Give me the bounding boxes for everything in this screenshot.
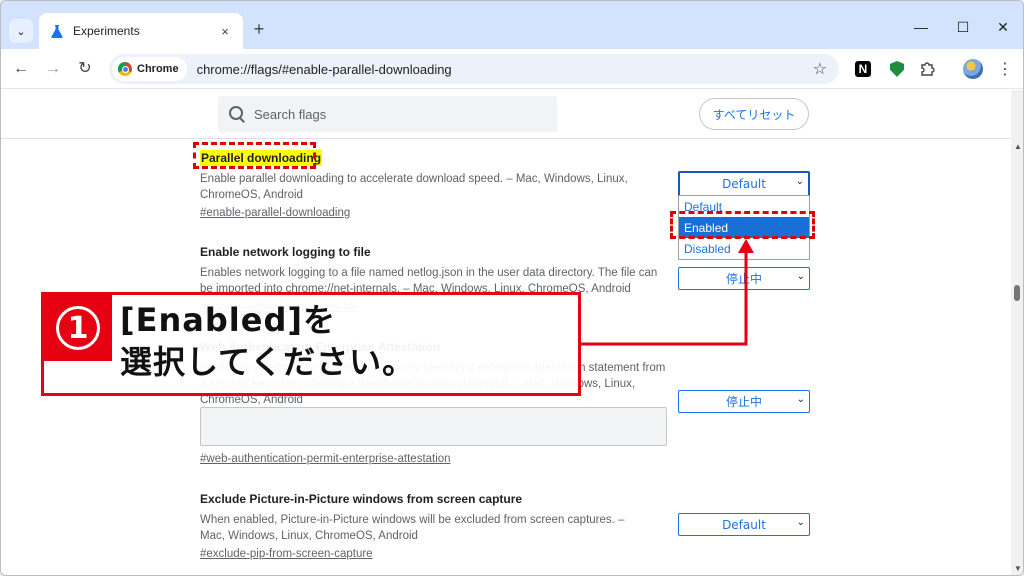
flag-select-network-logging[interactable]: 停止中 ⌄: [678, 267, 810, 290]
menu-button[interactable]: ⋮: [995, 59, 1015, 79]
scroll-thumb[interactable]: [1014, 285, 1020, 301]
reset-all-button[interactable]: すべてリセット: [699, 98, 809, 130]
page-scrollbar[interactable]: ▲ ▼: [1011, 90, 1023, 575]
flag-title: Enable network logging to file: [200, 245, 371, 259]
flag-link[interactable]: #exclude-pip-from-screen-capture: [200, 548, 660, 560]
chip-label: Chrome: [137, 63, 179, 75]
step-number-badge: 1: [44, 295, 112, 361]
site-info-chip[interactable]: Chrome: [112, 57, 187, 81]
back-button[interactable]: ←: [9, 57, 33, 81]
instruction-callout: 1 [Enabled]を 選択してください。: [41, 292, 581, 396]
puzzle-icon: [921, 62, 935, 76]
avatar: [963, 59, 983, 79]
scroll-up-icon[interactable]: ▲: [1014, 142, 1022, 151]
flag-link[interactable]: #web-authentication-permit-enterprise-at…: [200, 453, 451, 465]
highlight-box-enabled: [670, 211, 815, 239]
flag-exclude-pip: Exclude Picture-in-Picture windows from …: [200, 492, 660, 560]
origin-list-textarea[interactable]: [200, 407, 667, 446]
search-placeholder: Search flags: [254, 106, 327, 122]
extensions-button[interactable]: [917, 59, 937, 79]
flag-description: When enabled, Picture-in-Picture windows…: [200, 514, 625, 542]
select-value: 停止中: [725, 395, 762, 409]
flask-icon: [49, 23, 65, 39]
instruction-line-1: [Enabled]を: [120, 301, 336, 339]
new-tab-button[interactable]: +: [249, 19, 269, 39]
chevron-down-icon: ⌄: [796, 517, 805, 528]
chevron-down-icon: ⌄: [16, 25, 26, 38]
select-value: 停止中: [725, 272, 762, 286]
tab-title: Experiments: [73, 24, 140, 38]
url-text[interactable]: chrome://flags/#enable-parallel-download…: [197, 62, 813, 77]
profile-button[interactable]: [963, 59, 983, 79]
instruction-text: [Enabled]を 選択してください。: [120, 299, 415, 383]
chevron-down-icon: ⌄: [795, 176, 804, 187]
instruction-line-2: 選択してください。: [120, 343, 416, 381]
chevron-down-icon: ⌄: [796, 271, 805, 282]
select-value: Default: [722, 517, 766, 532]
search-flags-input[interactable]: Search flags: [218, 96, 557, 132]
select-value: Default: [722, 177, 766, 191]
shield-icon: [890, 61, 904, 77]
notion-extension-button[interactable]: N: [853, 59, 873, 79]
search-icon: [228, 105, 246, 123]
minimize-button[interactable]: —: [909, 15, 933, 39]
toolbar: ← → ↻ Chrome chrome://flags/#enable-para…: [1, 49, 1023, 89]
step-number: 1: [56, 306, 100, 350]
more-vert-icon: ⋮: [997, 61, 1013, 78]
flag-description: Enable parallel downloading to accelerat…: [200, 173, 628, 201]
chevron-down-icon: ⌄: [796, 394, 805, 405]
close-tab-icon[interactable]: ×: [217, 24, 233, 39]
tab-strip: ⌄ Experiments × + — ☐ ✕: [1, 1, 1023, 49]
tab-search-button[interactable]: ⌄: [9, 19, 33, 43]
highlight-box-title: [193, 142, 316, 169]
chrome-logo-icon: [118, 62, 132, 76]
maximize-button[interactable]: ☐: [951, 15, 975, 39]
notion-icon: N: [855, 61, 871, 77]
browser-window: ⌄ Experiments × + — ☐ ✕ ← → ↻ Chrome chr…: [0, 0, 1024, 576]
forward-button[interactable]: →: [41, 57, 65, 81]
flag-select-parallel-downloading[interactable]: Default ⌄: [678, 171, 810, 197]
bookmark-star-icon[interactable]: ☆: [813, 59, 827, 79]
reload-button[interactable]: ↻: [73, 57, 97, 81]
address-bar[interactable]: Chrome chrome://flags/#enable-parallel-d…: [109, 54, 839, 84]
close-window-button[interactable]: ✕: [991, 15, 1015, 39]
flag-link[interactable]: #enable-parallel-downloading: [200, 207, 660, 219]
flag-select-web-authentication[interactable]: 停止中 ⌄: [678, 390, 810, 413]
option-disabled[interactable]: Disabled: [679, 238, 809, 259]
header-divider: [1, 138, 1013, 139]
tab-experiments[interactable]: Experiments ×: [39, 13, 243, 49]
flag-title: Exclude Picture-in-Picture windows from …: [200, 492, 523, 506]
shield-extension-button[interactable]: [887, 59, 907, 79]
flag-select-exclude-pip[interactable]: Default ⌄: [678, 513, 810, 536]
scroll-down-icon[interactable]: ▼: [1014, 564, 1022, 573]
